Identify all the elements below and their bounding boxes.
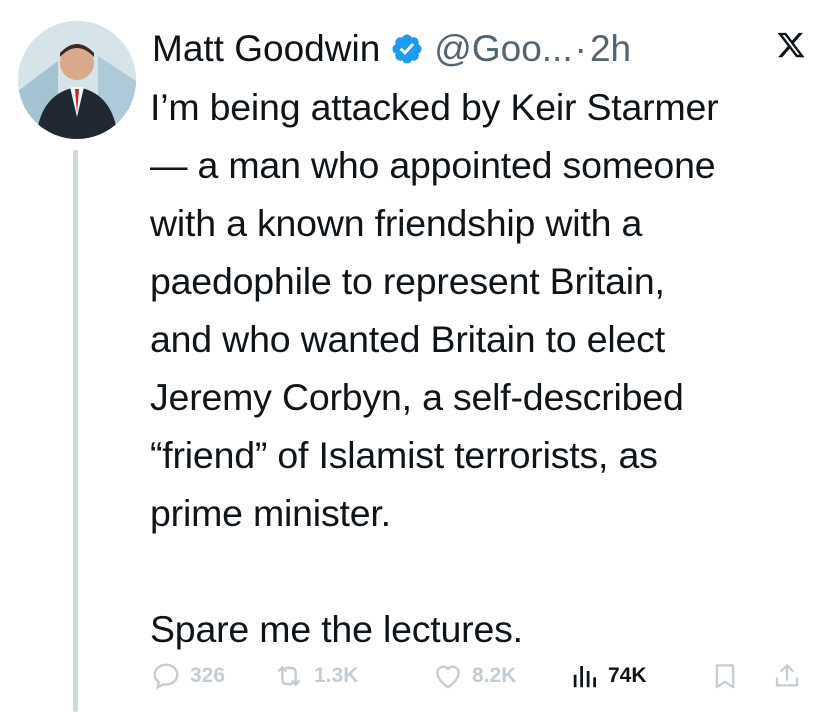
bookmark-button[interactable]: [710, 656, 748, 696]
reply-count: 326: [190, 664, 226, 687]
author-name[interactable]: Matt Goodwin: [152, 27, 380, 71]
reply-button[interactable]: 326: [150, 656, 225, 696]
bookmark-icon: [715, 664, 735, 689]
thread-line: [73, 150, 78, 712]
tweet-text: I’m being attacked by Keir Starmer — a m…: [150, 86, 719, 650]
views-button[interactable]: 74K: [570, 656, 647, 696]
timestamp[interactable]: 2h: [590, 27, 631, 71]
heart-icon: [436, 665, 460, 689]
separator-dot: ·: [574, 28, 587, 69]
action-bar: 326 1.3K 8.2K 74K: [150, 656, 810, 696]
avatar-image: [18, 21, 136, 139]
share-button[interactable]: [772, 656, 810, 696]
retweet-count: 1.3K: [314, 664, 359, 687]
share-icon: [775, 664, 799, 687]
views-chart-icon: [573, 666, 596, 688]
tweet-header: Matt Goodwin @Goo... · 2h: [152, 24, 808, 74]
like-count: 8.2K: [472, 664, 517, 687]
retweet-icon: [277, 666, 301, 686]
tweet-card[interactable]: Matt Goodwin @Goo... · 2h I’m being atta…: [0, 0, 828, 712]
reply-icon: [153, 663, 179, 690]
verified-badge-icon: [390, 32, 424, 66]
like-button[interactable]: 8.2K: [432, 656, 516, 696]
x-logo-icon: [776, 30, 806, 60]
views-count: 74K: [608, 664, 647, 687]
author-handle[interactable]: @Goo...: [434, 27, 572, 71]
retweet-button[interactable]: 1.3K: [272, 656, 358, 696]
avatar[interactable]: [18, 21, 136, 139]
